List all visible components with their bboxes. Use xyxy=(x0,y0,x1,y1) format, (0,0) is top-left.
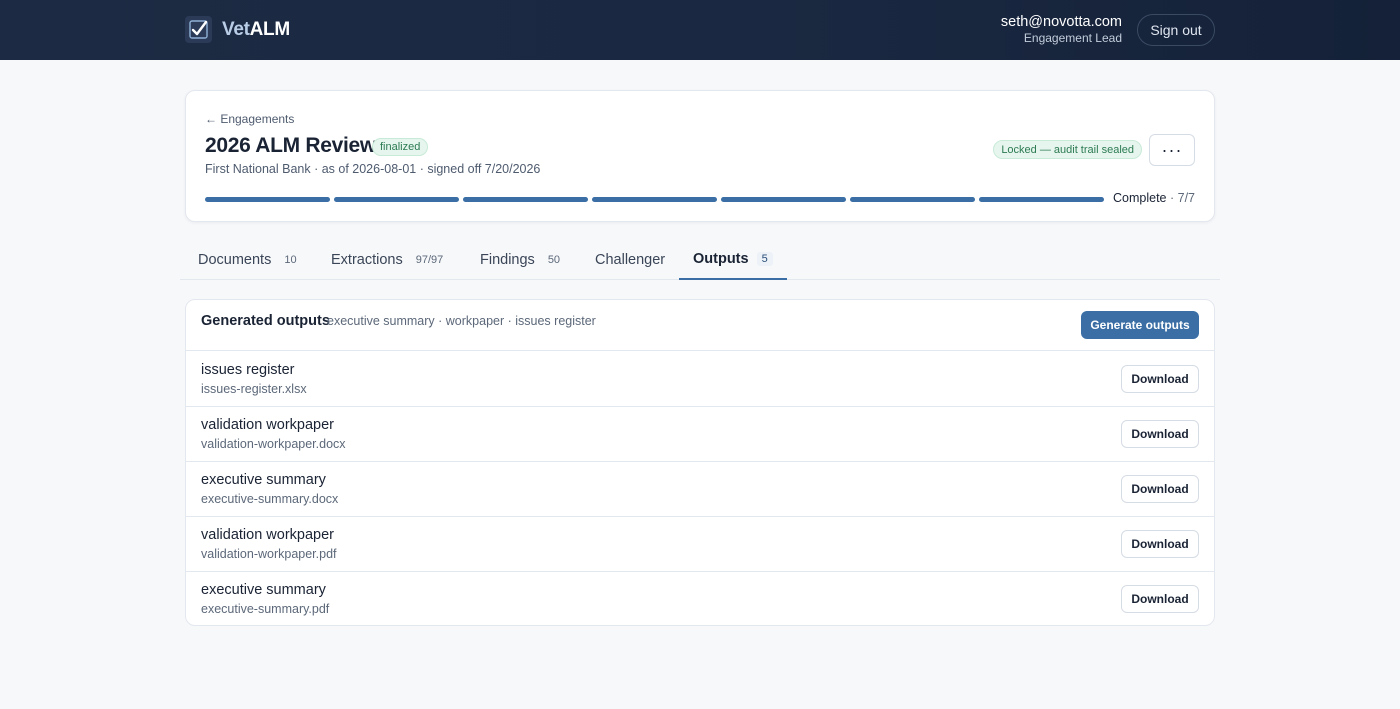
download-button[interactable]: Download xyxy=(1121,585,1199,613)
progress-segment xyxy=(850,197,975,202)
outputs-panel: Generated outputs executive summary · wo… xyxy=(185,299,1215,626)
tab-label: Challenger xyxy=(595,252,666,268)
progress-count: · 7/7 xyxy=(1169,191,1195,205)
checkmark-logo-icon xyxy=(185,16,212,43)
engagement-header: ← Engagements 2026 ALM Review finalized … xyxy=(185,90,1215,222)
page-title: 2026 ALM Review xyxy=(205,134,376,157)
app-logo[interactable]: VetALM xyxy=(185,16,290,43)
tab-label: Outputs xyxy=(693,251,749,267)
output-filename: validation-workpaper.pdf xyxy=(201,547,337,561)
tab-bar: Documents 10 Extractions 97/97 Findings 50 … xyxy=(180,240,1220,280)
tab-documents[interactable]: Documents 10 xyxy=(198,240,297,280)
outputs-subtitle: executive summary · workpaper · issues r… xyxy=(327,314,596,328)
download-button[interactable]: Download xyxy=(1121,420,1199,448)
output-row: issues register issues-register.xlsx Downl… xyxy=(186,352,1214,407)
download-button[interactable]: Download xyxy=(1121,530,1199,558)
output-row: validation workpaper validation-workpaper… xyxy=(186,517,1214,572)
progress-segment xyxy=(205,197,330,202)
app-name: VetALM xyxy=(222,18,290,40)
output-row: executive summary executive-summary.docx D… xyxy=(186,462,1214,517)
tab-label: Documents xyxy=(198,252,272,268)
download-button[interactable]: Download xyxy=(1121,475,1199,503)
progress-segment xyxy=(463,197,588,202)
outputs-title: Generated outputs xyxy=(201,313,330,329)
tab-outputs[interactable]: Outputs 5 xyxy=(679,240,787,280)
top-bar: VetALM seth@novotta.com Engagement Lead … xyxy=(0,0,1400,60)
tab-label: Extractions xyxy=(331,252,403,268)
output-name: executive summary xyxy=(201,472,326,488)
output-name: executive summary xyxy=(201,582,326,598)
sign-out-button[interactable]: Sign out xyxy=(1137,14,1215,46)
output-name: validation workpaper xyxy=(201,417,334,433)
output-filename: validation-workpaper.docx xyxy=(201,437,346,451)
tab-challenger[interactable]: Challenger xyxy=(595,240,665,280)
user-role: Engagement Lead xyxy=(1023,31,1122,45)
progress-segment xyxy=(721,197,846,202)
progress-bar xyxy=(205,197,1104,202)
progress-segment xyxy=(592,197,717,202)
tab-count: 97/97 xyxy=(415,254,444,266)
progress-status: Complete · 7/7 xyxy=(1113,191,1195,205)
progress-segment xyxy=(334,197,459,202)
output-row: executive summary executive-summary.pdf Do… xyxy=(186,572,1214,627)
download-button[interactable]: Download xyxy=(1121,365,1199,393)
more-actions-button[interactable]: ··· xyxy=(1149,134,1195,166)
progress-label: Complete xyxy=(1113,191,1167,205)
output-filename: issues-register.xlsx xyxy=(201,382,307,396)
tab-count: 50 xyxy=(547,254,561,266)
tab-count: 5 xyxy=(756,252,773,266)
output-row: validation workpaper validation-workpaper… xyxy=(186,407,1214,462)
tab-findings[interactable]: Findings 50 xyxy=(480,240,560,280)
tab-label: Findings xyxy=(480,252,535,268)
user-email: seth@novotta.com xyxy=(1000,14,1122,30)
user-info: seth@novotta.com Engagement Lead xyxy=(1001,14,1122,46)
outputs-header: Generated outputs executive summary · wo… xyxy=(186,300,1214,351)
status-badge: finalized xyxy=(372,138,429,156)
output-filename: executive-summary.pdf xyxy=(201,602,330,616)
engagement-subtitle: First National Bank · as of 2026-08-01 ·… xyxy=(205,162,541,176)
tab-count: 10 xyxy=(284,254,297,266)
more-dots-icon: ··· xyxy=(1161,139,1183,160)
output-name: issues register xyxy=(201,362,295,378)
output-name: validation workpaper xyxy=(201,527,334,543)
output-filename: executive-summary.docx xyxy=(201,492,339,506)
tab-extractions[interactable]: Extractions 97/97 xyxy=(331,240,443,280)
back-to-engagements-link[interactable]: ← Engagements xyxy=(205,112,294,126)
locked-badge: Locked — audit trail sealed xyxy=(993,140,1142,159)
generate-outputs-button[interactable]: Generate outputs xyxy=(1081,311,1199,339)
progress-segment xyxy=(979,197,1104,202)
